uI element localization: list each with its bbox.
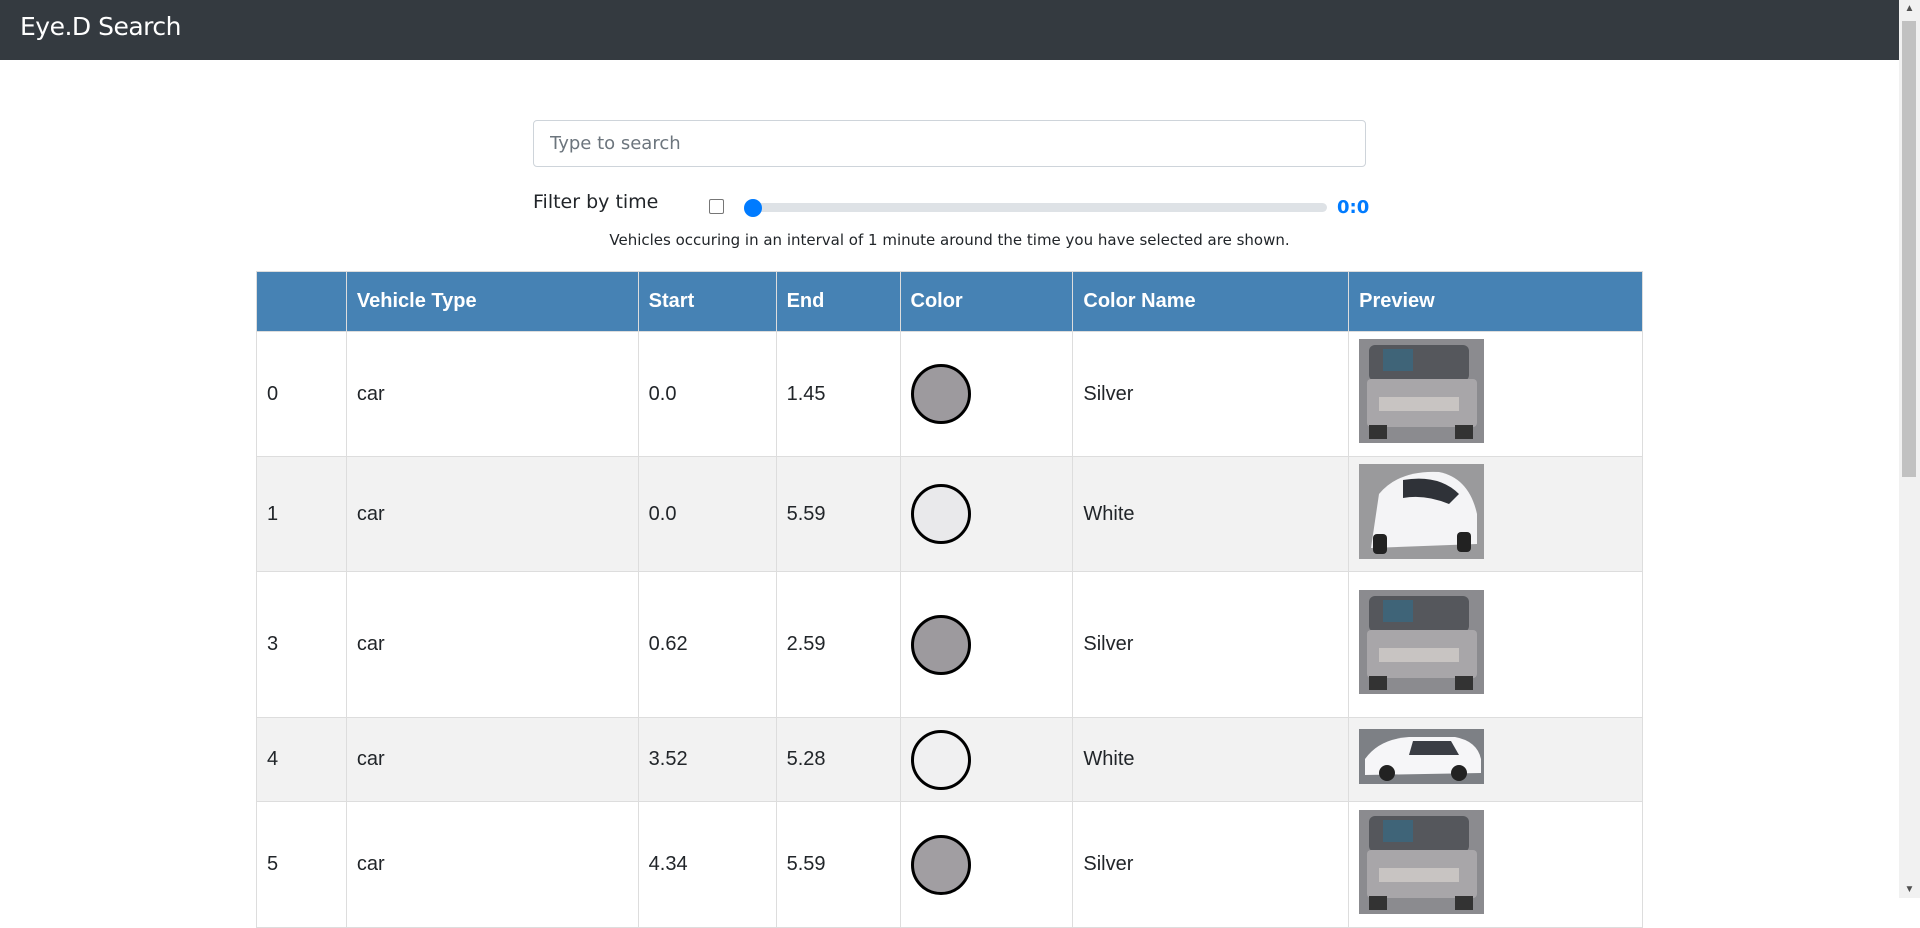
start-cell: 0.0	[637, 456, 777, 572]
color-cell	[899, 801, 1074, 928]
color-name-cell: Silver	[1072, 571, 1350, 718]
end-cell: 5.59	[775, 801, 901, 928]
page-scrollbar[interactable]: ▲ ▼	[1899, 0, 1920, 898]
table-row: 1 car 0.0 5.59 White	[256, 456, 1643, 572]
preview-cell	[1348, 717, 1643, 802]
start-cell: 3.52	[637, 717, 777, 802]
filter-hint: Vehicles occuring in an interval of 1 mi…	[609, 231, 1290, 249]
row-index-cell: 5	[256, 801, 347, 928]
brand-title[interactable]: Eye.D Search	[20, 12, 182, 41]
vehicle-type-cell: car	[345, 571, 639, 718]
color-name-cell: White	[1072, 456, 1350, 572]
row-index-cell: 0	[256, 331, 347, 457]
table-row: 3 car 0.62 2.59 Silver	[256, 571, 1643, 718]
preview-image[interactable]	[1359, 339, 1485, 449]
color-name-cell: Silver	[1072, 331, 1350, 457]
start-cell: 4.34	[637, 801, 777, 928]
end-cell: 1.45	[775, 331, 901, 457]
preview-cell	[1348, 571, 1643, 718]
vehicle-results-table: Vehicle Type Start End Color Color Name …	[256, 271, 1643, 928]
table-row: 5 car 4.34 5.59 Silver	[256, 801, 1643, 928]
scroll-up-arrow-icon[interactable]: ▲	[1899, 0, 1920, 17]
header-color: Color	[899, 271, 1074, 332]
color-name-cell: White	[1072, 717, 1350, 802]
navbar: Eye.D Search	[0, 0, 1899, 60]
end-cell: 5.28	[775, 717, 901, 802]
color-swatch	[910, 364, 971, 424]
preview-cell	[1348, 801, 1643, 928]
vehicle-type-cell: car	[345, 801, 639, 928]
header-start: Start	[637, 271, 777, 332]
header-vehicle-type: Vehicle Type	[345, 271, 639, 332]
preview-image[interactable]	[1359, 589, 1485, 700]
table-row: 4 car 3.52 5.28 White	[256, 717, 1643, 802]
color-swatch	[910, 484, 971, 544]
preview-image[interactable]	[1359, 809, 1485, 920]
search-box[interactable]	[533, 120, 1366, 167]
row-index-cell: 4	[256, 717, 347, 802]
row-index-cell: 3	[256, 571, 347, 718]
color-cell	[899, 456, 1074, 572]
color-swatch	[910, 614, 971, 675]
color-swatch	[910, 834, 971, 895]
preview-cell	[1348, 331, 1643, 457]
color-swatch	[910, 729, 971, 790]
table-header-row: Vehicle Type Start End Color Color Name …	[256, 271, 1643, 332]
filter-by-time-checkbox[interactable]	[709, 199, 724, 214]
preview-image[interactable]	[1359, 729, 1485, 790]
header-color-name: Color Name	[1072, 271, 1350, 332]
color-cell	[899, 717, 1074, 802]
header-preview: Preview	[1348, 271, 1643, 332]
time-slider-value: 0:0	[1337, 197, 1370, 218]
end-cell: 2.59	[775, 571, 901, 718]
search-input[interactable]	[534, 121, 1365, 166]
scroll-down-arrow-icon[interactable]: ▼	[1899, 881, 1920, 898]
preview-cell	[1348, 456, 1643, 572]
header-end: End	[775, 271, 901, 332]
vehicle-type-cell: car	[345, 456, 639, 572]
filter-by-time-label: Filter by time	[533, 191, 659, 213]
time-slider-thumb[interactable]	[744, 199, 762, 217]
end-cell: 5.59	[775, 456, 901, 572]
scrollbar-thumb[interactable]	[1902, 21, 1916, 477]
start-cell: 0.0	[637, 331, 777, 457]
table-row: 0 car 0.0 1.45 Silver	[256, 331, 1643, 457]
color-cell	[899, 571, 1074, 718]
time-slider-track[interactable]	[744, 203, 1327, 212]
color-name-cell: Silver	[1072, 801, 1350, 928]
start-cell: 0.62	[637, 571, 777, 718]
time-slider[interactable]	[744, 199, 1327, 217]
vehicle-type-cell: car	[345, 717, 639, 802]
row-index-cell: 1	[256, 456, 347, 572]
color-cell	[899, 331, 1074, 457]
header-index	[256, 271, 347, 332]
preview-image[interactable]	[1359, 463, 1485, 565]
vehicle-type-cell: car	[345, 331, 639, 457]
